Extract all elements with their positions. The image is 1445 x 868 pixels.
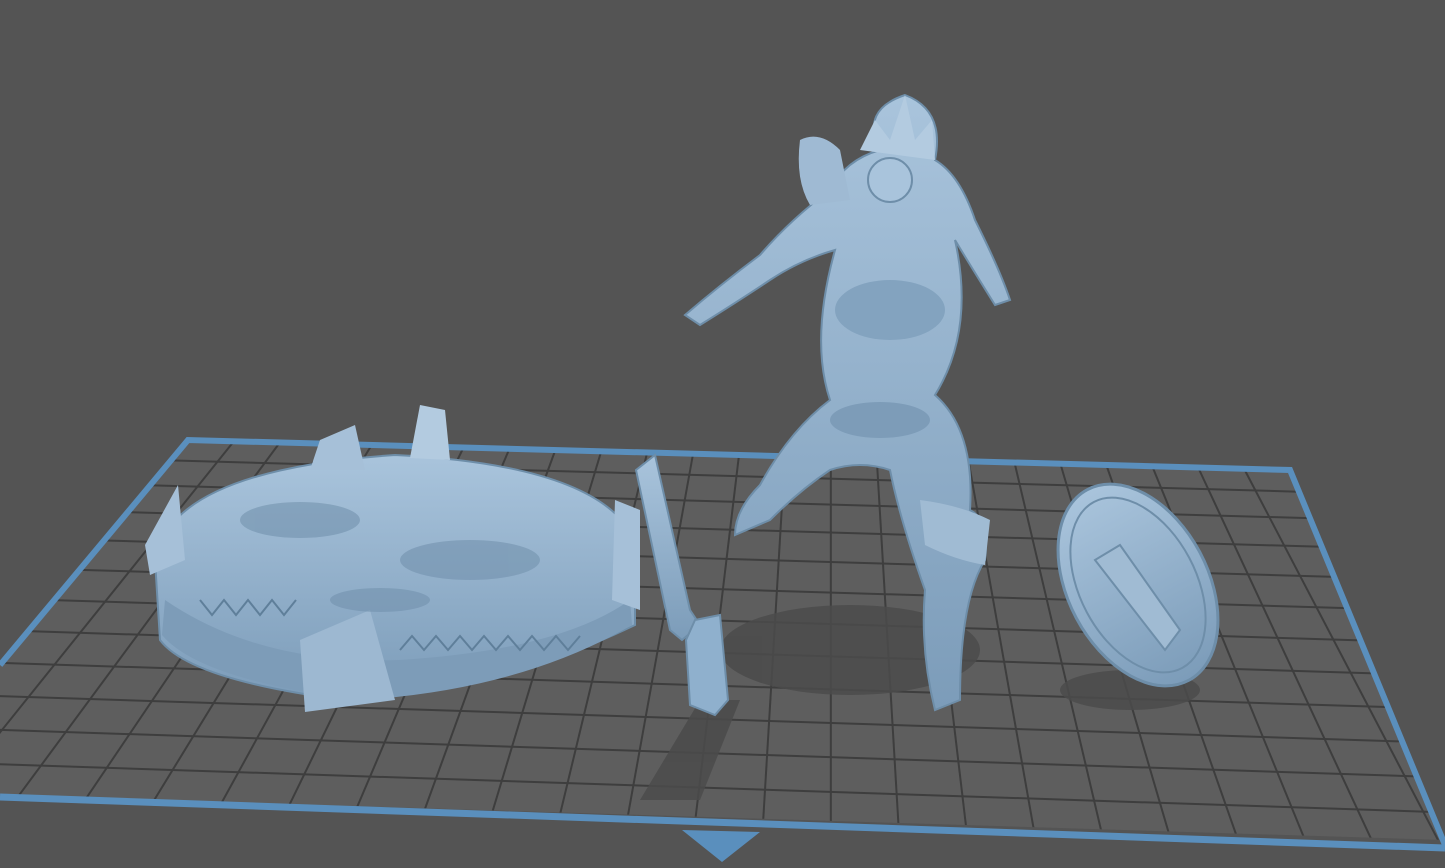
3d-viewport[interactable] xyxy=(0,0,1445,868)
scene-canvas[interactable] xyxy=(0,0,1445,868)
front-arrow-icon xyxy=(682,830,760,862)
